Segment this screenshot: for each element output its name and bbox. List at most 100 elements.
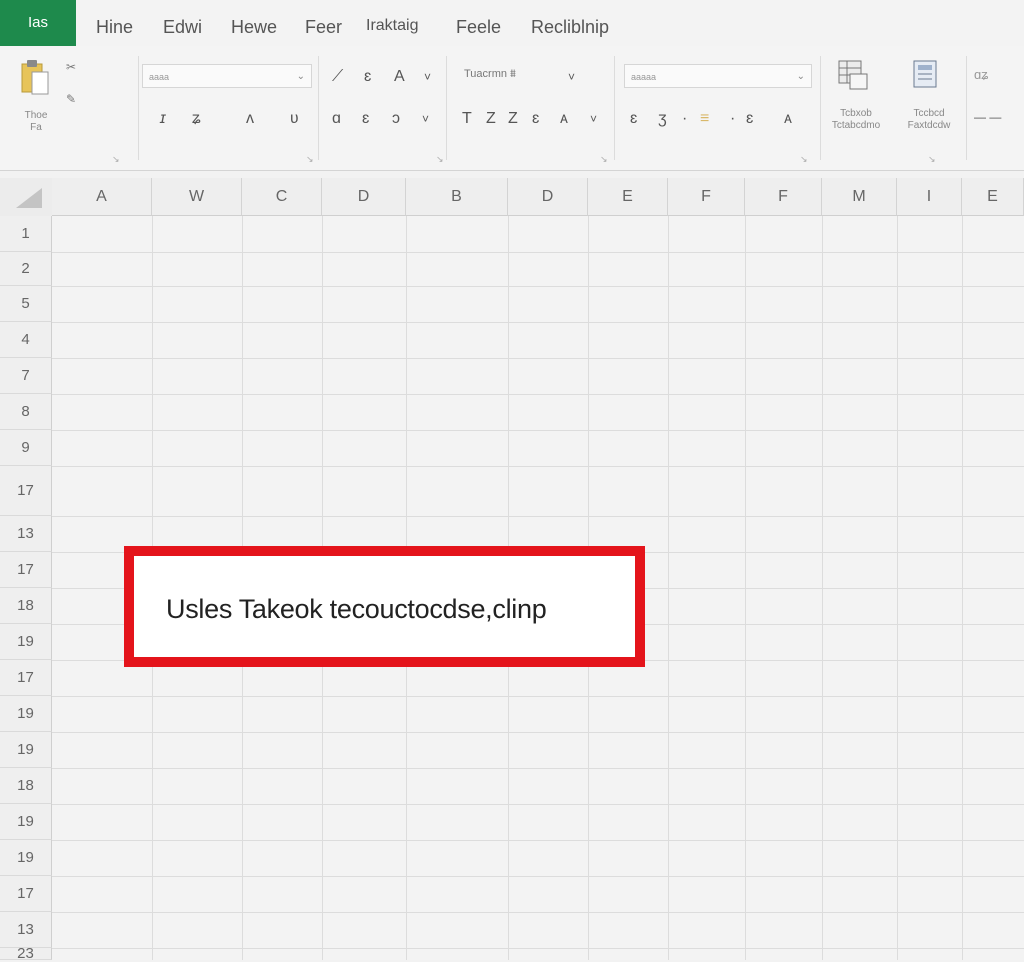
cells-launcher-icon[interactable]: ↘ <box>928 154 936 165</box>
align-left-icon[interactable]: Z <box>486 110 496 128</box>
row-header[interactable]: 9 <box>0 430 52 466</box>
style-icon[interactable]: ʒ <box>658 110 667 128</box>
tab-edit[interactable]: Edwi <box>163 17 202 38</box>
tab-review[interactable]: Recliblnip <box>531 17 609 38</box>
row-header[interactable]: 4 <box>0 322 52 358</box>
styles-launcher-icon[interactable]: ↘ <box>800 154 808 165</box>
clipboard-launcher-icon[interactable]: ↘ <box>112 154 120 165</box>
column-header[interactable]: D <box>508 178 588 216</box>
gridline-horizontal <box>52 876 1024 877</box>
column-header[interactable]: E <box>962 178 1024 216</box>
column-header[interactable]: B <box>406 178 508 216</box>
column-header[interactable]: A <box>52 178 152 216</box>
paste-icon[interactable] <box>20 58 52 98</box>
row-header[interactable]: 17 <box>0 660 52 696</box>
row-header[interactable]: 13 <box>0 516 52 552</box>
highlight-icon[interactable]: ɔ <box>392 110 400 128</box>
gridline-horizontal <box>52 696 1024 697</box>
chevron-down-icon[interactable]: ˅ <box>590 110 597 128</box>
italic-icon[interactable]: ʑ <box>192 110 201 128</box>
column-header[interactable]: C <box>242 178 322 216</box>
select-all-triangle-icon <box>16 188 42 208</box>
underline-icon[interactable]: ʌ <box>246 110 254 128</box>
row-header[interactable]: 2 <box>0 252 52 286</box>
column-header[interactable]: I <box>897 178 962 216</box>
column-header[interactable]: F <box>668 178 745 216</box>
row-header[interactable]: 7 <box>0 358 52 394</box>
gridline-horizontal <box>52 516 1024 517</box>
font-size-down-icon[interactable]: ɛ <box>364 68 371 86</box>
align-center-icon[interactable]: Z <box>508 110 518 128</box>
format-painter-icon[interactable]: ✎ <box>66 92 76 106</box>
gridline-horizontal <box>52 286 1024 287</box>
row-header[interactable]: 5 <box>0 286 52 322</box>
row-header[interactable]: 23 <box>0 946 52 961</box>
ribbon-divider <box>318 56 319 160</box>
ribbon-divider <box>446 56 447 160</box>
style-icon[interactable]: ɛ <box>630 110 637 128</box>
row-header[interactable]: 13 <box>0 912 52 948</box>
chevron-down-icon[interactable]: ˅ <box>422 110 429 128</box>
file-tab[interactable]: Ias <box>0 0 76 46</box>
row-header[interactable]: 18 <box>0 768 52 804</box>
column-header[interactable]: W <box>152 178 242 216</box>
insert-table-label[interactable]: Tcbxob Tctabcdmo <box>818 108 894 132</box>
separator-dot-icon: · <box>730 110 736 127</box>
insert-table-icon[interactable] <box>836 58 870 92</box>
border-icon[interactable]: ɛ <box>362 110 369 128</box>
table-format-icon[interactable]: ɛ <box>746 110 753 128</box>
bold-icon[interactable]: ɪ <box>160 110 166 128</box>
row-header[interactable]: 19 <box>0 624 52 660</box>
text-align-icon[interactable]: T <box>462 110 472 128</box>
column-header[interactable]: E <box>588 178 668 216</box>
separator-dot-icon: · <box>682 110 688 127</box>
align-right-icon[interactable]: ɛ <box>532 110 539 128</box>
sort-filter-icon[interactable]: ɑʑ <box>974 66 988 84</box>
row-header[interactable]: 19 <box>0 732 52 768</box>
alignment-launcher-icon[interactable]: ↘ <box>436 154 444 165</box>
fill-color-icon[interactable]: ɑ <box>332 110 341 128</box>
gridline-horizontal <box>52 912 1024 913</box>
cell-styles-icon[interactable]: ᴀ <box>784 110 792 128</box>
font-launcher-icon[interactable]: ↘ <box>306 154 314 165</box>
row-header[interactable]: 18 <box>0 588 52 624</box>
font-size-up-icon[interactable]: ⟋ <box>332 68 343 86</box>
column-header[interactable]: M <box>822 178 897 216</box>
ribbon-divider <box>614 56 615 160</box>
conditional-format-icon[interactable]: ≡ <box>700 110 709 128</box>
row-header[interactable]: 17 <box>0 466 52 516</box>
row-header[interactable]: 17 <box>0 552 52 588</box>
gridline-horizontal <box>52 322 1024 323</box>
column-header[interactable]: F <box>745 178 822 216</box>
number-format-select[interactable]: Tuacrmn ⩩ <box>464 68 516 81</box>
row-header[interactable]: 8 <box>0 394 52 430</box>
chevron-down-icon[interactable]: ˅ <box>424 68 431 86</box>
cell-style-select[interactable]: aaaaa ⌄ <box>624 64 812 88</box>
cut-icon[interactable]: ✂ <box>66 60 76 74</box>
number-launcher-icon[interactable]: ↘ <box>600 154 608 165</box>
row-header[interactable]: 1 <box>0 216 52 252</box>
paste-label: Thoe Fa <box>24 110 48 133</box>
column-header[interactable]: D <box>322 178 406 216</box>
wrap-icon[interactable]: ᴀ <box>560 110 568 128</box>
tab-view[interactable]: Hewe <box>231 17 277 38</box>
tab-feer[interactable]: Feer <box>305 17 342 38</box>
format-cells-label[interactable]: Tccbcd Faxtdcdw <box>894 108 964 132</box>
font-color-icon[interactable]: A <box>394 68 405 86</box>
tab-home[interactable]: Hine <box>96 17 133 38</box>
callout-text: Usles Takeok tecouctocdse,clinp <box>166 594 547 624</box>
row-header[interactable]: 19 <box>0 804 52 840</box>
chevron-down-icon[interactable]: ˅ <box>568 68 575 86</box>
row-header[interactable]: 19 <box>0 840 52 876</box>
find-select-icon[interactable]: — — <box>974 108 1001 126</box>
cell-style-value: aaaaa <box>631 72 657 82</box>
strikethrough-icon[interactable]: ʋ <box>290 110 299 128</box>
format-cells-icon[interactable] <box>910 58 944 92</box>
gridline-horizontal <box>52 948 1024 949</box>
font-name-select[interactable]: aaaa ⌄ <box>142 64 312 88</box>
select-all-button[interactable] <box>0 178 53 217</box>
tab-formulas[interactable]: Iraktaig <box>366 17 418 35</box>
tab-feele[interactable]: Feele <box>456 17 501 38</box>
row-header[interactable]: 19 <box>0 696 52 732</box>
row-header[interactable]: 17 <box>0 876 52 912</box>
